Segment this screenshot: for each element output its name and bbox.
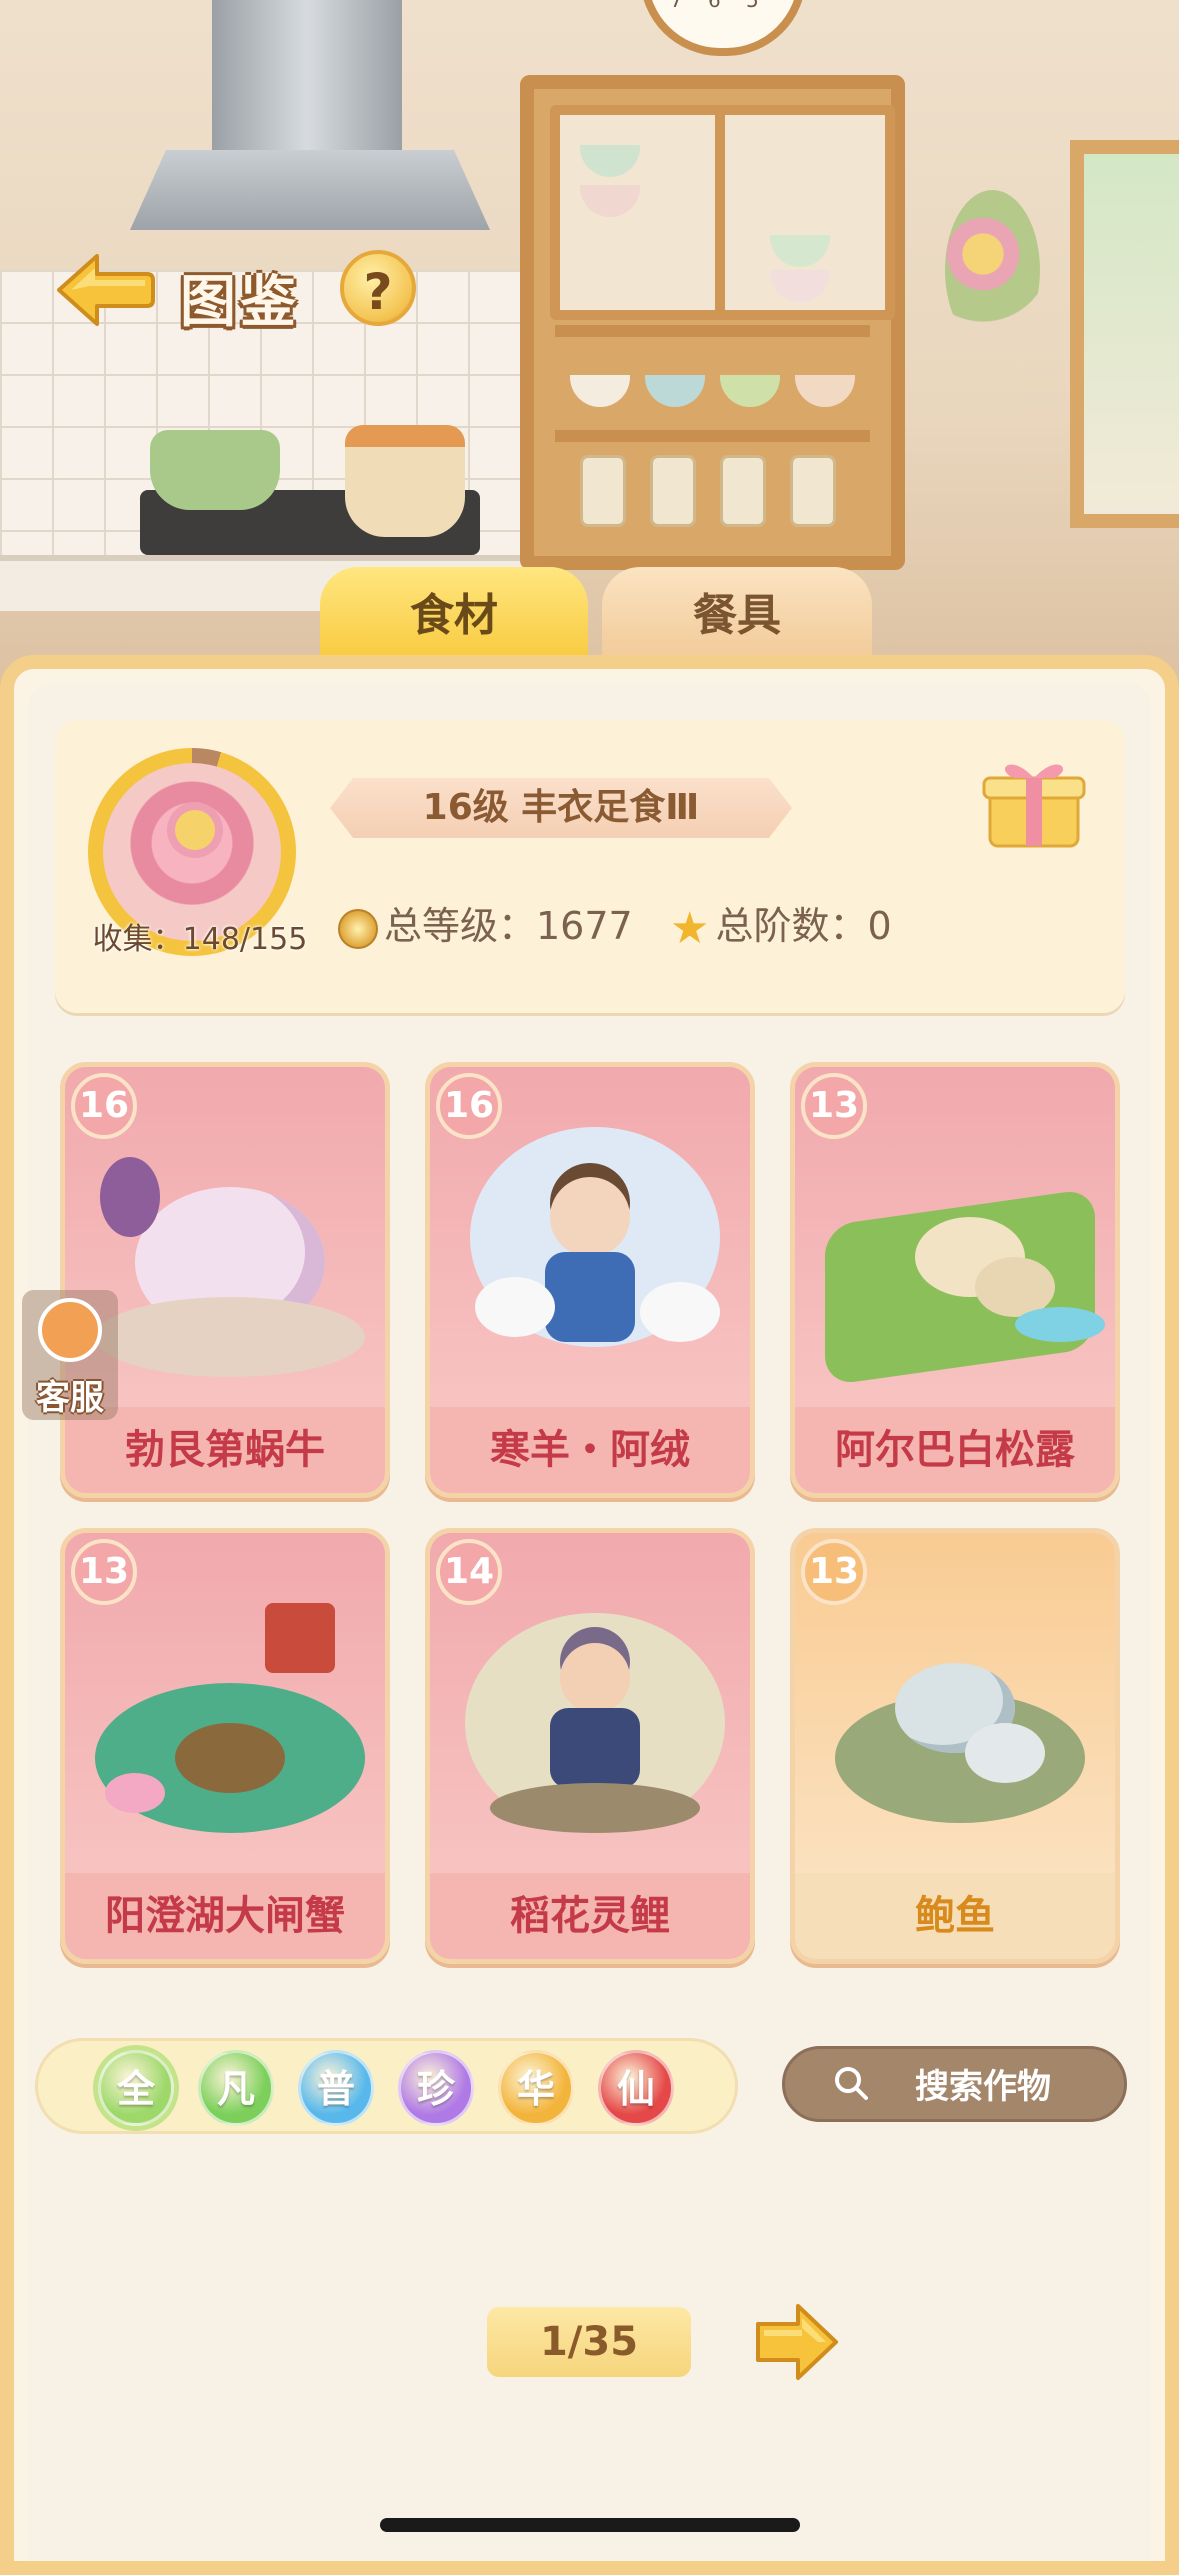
kitchen-background: 7 6 5	[0, 0, 1179, 700]
search-icon	[835, 2067, 868, 2100]
total-rank-text: 总阶数：0	[715, 904, 892, 948]
hanging-flowers	[945, 190, 1040, 350]
filter-normal[interactable]: 普	[298, 2050, 374, 2126]
card-name: 阿尔巴白松露	[795, 1407, 1115, 1493]
page-indicator: 1/35	[487, 2307, 691, 2377]
card-level-badge: 13	[71, 1539, 137, 1605]
dish-cabinet	[520, 75, 905, 570]
back-arrow-icon	[57, 254, 155, 326]
total-rank-stat: ★ 总阶数：0	[670, 895, 892, 950]
clock-number: 5	[746, 0, 759, 12]
card-level-badge: 16	[436, 1073, 502, 1139]
rose-icon	[175, 810, 215, 850]
search-label: 搜索作物	[915, 2067, 1051, 2107]
tab-ingredients[interactable]: 食材	[320, 567, 588, 665]
ingredient-card[interactable]: 13 阿尔巴白松露	[790, 1062, 1120, 1498]
window	[1070, 140, 1179, 528]
next-page-button[interactable]	[752, 2298, 840, 2386]
card-name: 稻花灵鲤	[430, 1873, 750, 1959]
gift-icon	[982, 764, 1086, 848]
card-name: 寒羊・阿绒	[430, 1407, 750, 1493]
tab-tableware[interactable]: 餐具	[602, 567, 872, 665]
customer-service-label: 客服	[36, 1378, 104, 1418]
avatar	[103, 763, 281, 941]
star-icon: ★	[670, 902, 710, 954]
card-level-badge: 14	[436, 1539, 502, 1605]
card-level-badge: 16	[71, 1073, 137, 1139]
page-title: 图鉴	[180, 270, 300, 335]
ingredient-card[interactable]: 13 阳澄湖大闸蟹	[60, 1528, 390, 1964]
total-level-stat: 总等级：1677	[338, 895, 633, 950]
gift-box-button[interactable]	[980, 750, 1088, 850]
home-indicator[interactable]	[380, 2518, 800, 2532]
card-level-badge: 13	[801, 1073, 867, 1139]
collection-count: 收集：148/155	[92, 922, 308, 957]
wall-clock: 7 6 5	[640, 0, 806, 56]
ingredient-card[interactable]: 16 寒羊・阿绒	[425, 1062, 755, 1498]
total-level-text: 总等级：1677	[384, 904, 633, 948]
filter-common[interactable]: 凡	[198, 2050, 274, 2126]
medal-icon	[338, 908, 378, 949]
ingredient-card[interactable]: 13 鲍鱼	[790, 1528, 1120, 1964]
card-level-badge: 13	[801, 1539, 867, 1605]
clock-number: 7	[670, 0, 683, 12]
next-arrow-icon	[756, 2304, 838, 2380]
back-button[interactable]	[55, 250, 155, 330]
card-name: 阳澄湖大闸蟹	[65, 1873, 385, 1959]
level-title-banner: 16级 丰衣足食Ⅲ	[330, 778, 792, 838]
card-name: 鲍鱼	[795, 1873, 1115, 1959]
filter-legend[interactable]: 仙	[598, 2050, 674, 2126]
clock-number: 6	[708, 0, 721, 12]
card-name: 勃艮第蜗牛	[65, 1407, 385, 1493]
ingredient-card[interactable]: 14 稻花灵鲤	[425, 1528, 755, 1964]
customer-service-button[interactable]: 客服	[22, 1290, 118, 1420]
help-button[interactable]: ?	[340, 250, 416, 326]
range-hood	[130, 0, 490, 240]
green-pot	[150, 430, 280, 510]
search-crops-button[interactable]: 搜索作物	[782, 2046, 1127, 2122]
filter-all[interactable]: 全	[98, 2050, 174, 2126]
headset-avatar-icon	[38, 1298, 102, 1362]
ingredient-card[interactable]: 16 勃艮第蜗牛	[60, 1062, 390, 1498]
orange-pot	[345, 425, 465, 537]
filter-epic[interactable]: 华	[498, 2050, 574, 2126]
filter-rare[interactable]: 珍	[398, 2050, 474, 2126]
